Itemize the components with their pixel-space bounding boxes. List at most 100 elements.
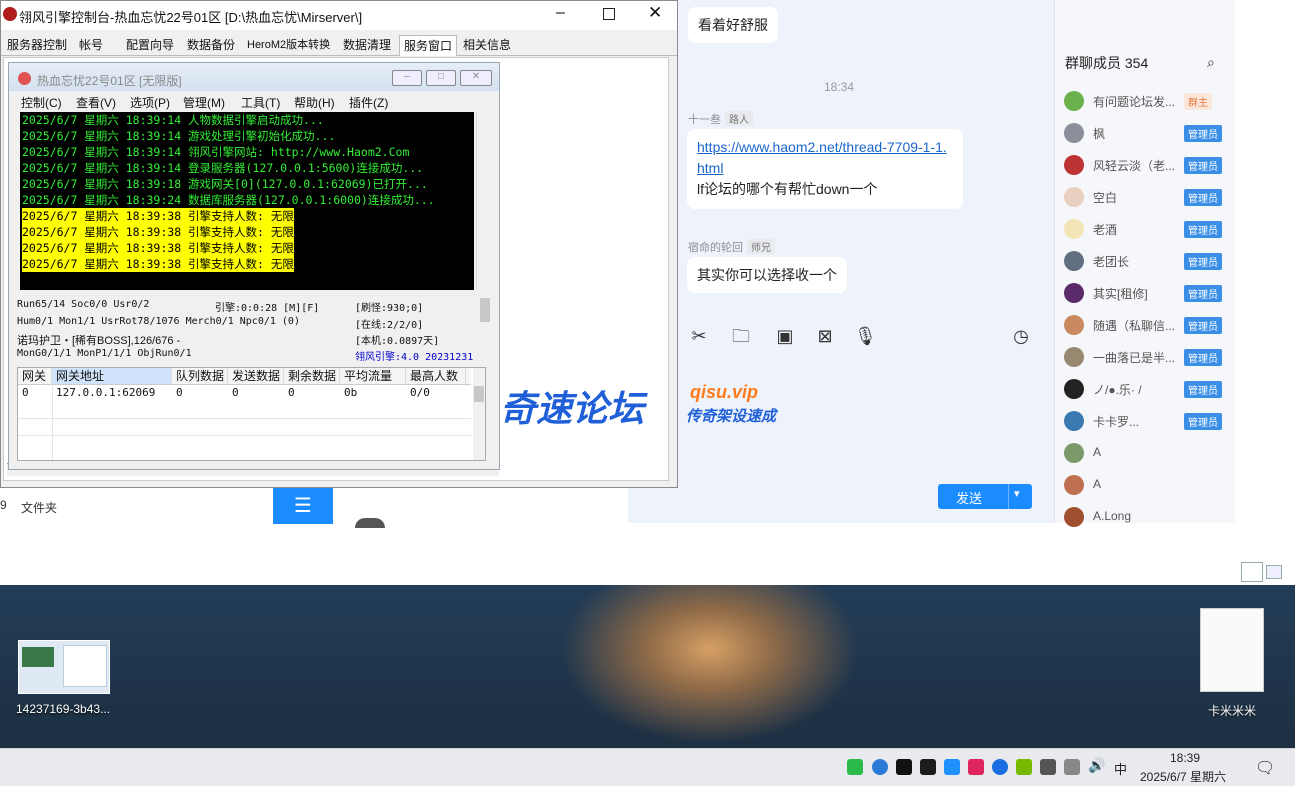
list-item[interactable]: 一曲落已是半... 管理员 bbox=[1064, 346, 1224, 368]
tab-server-control[interactable]: 服务器控制 bbox=[7, 35, 67, 55]
notification-icon[interactable]: 🗨 bbox=[1255, 758, 1275, 778]
send-button[interactable]: 发送 ▾ bbox=[938, 484, 1032, 509]
list-item[interactable]: 老团长 管理员 bbox=[1064, 250, 1224, 272]
menu-options[interactable]: 选项(P) bbox=[130, 94, 170, 111]
avatar bbox=[1064, 219, 1084, 239]
clock-time[interactable]: 18:39 bbox=[1170, 751, 1200, 765]
tiktok-icon[interactable] bbox=[896, 759, 912, 775]
nvidia-icon[interactable] bbox=[1016, 759, 1032, 775]
app-icon[interactable] bbox=[920, 759, 936, 775]
menu-plugins[interactable]: 插件(Z) bbox=[349, 94, 388, 111]
column-header[interactable]: 平均流量 bbox=[340, 368, 406, 384]
tab-account[interactable]: 帐号 bbox=[79, 35, 103, 55]
tab-config-wizard[interactable]: 配置向导 bbox=[126, 35, 174, 55]
avatar bbox=[1064, 443, 1084, 463]
avatar bbox=[1064, 155, 1084, 175]
list-item[interactable]: 其实[租修] 管理员 bbox=[1064, 282, 1224, 304]
app-icon[interactable] bbox=[968, 759, 984, 775]
app-icon bbox=[18, 72, 31, 85]
clock-icon[interactable]: ◷ bbox=[1010, 325, 1032, 347]
file-icon[interactable] bbox=[1200, 608, 1264, 692]
clock-date[interactable]: 2025/6/7 星期六 bbox=[1140, 768, 1226, 785]
list-item[interactable]: 有问题论坛发... 群主 bbox=[1064, 90, 1224, 112]
scrollbar-thumb[interactable] bbox=[480, 298, 490, 322]
tab-related-info[interactable]: 相关信息 bbox=[463, 35, 511, 55]
list-item[interactable]: 随遇（私聊信... 管理员 bbox=[1064, 314, 1224, 336]
maximize-button[interactable]: □ bbox=[426, 70, 456, 86]
minimize-button[interactable]: – bbox=[392, 70, 422, 86]
menu-control[interactable]: 控制(C) bbox=[21, 94, 62, 111]
role-badge: 管理员 bbox=[1184, 349, 1222, 366]
microphone-icon[interactable]: 🎙 bbox=[854, 325, 877, 347]
log-line: 2025/6/7 星期六 18:39:14 翎风引擎网站: http://www… bbox=[22, 145, 410, 159]
close-button[interactable]: ✕ bbox=[648, 3, 662, 23]
list-item[interactable]: 空白 管理员 bbox=[1064, 186, 1224, 208]
list-item[interactable]: 老酒 管理员 bbox=[1064, 218, 1224, 240]
role-badge: 管理员 bbox=[1184, 317, 1222, 334]
desktop-icon-label[interactable]: 14237169-3b43... bbox=[16, 702, 110, 716]
menu-help[interactable]: 帮助(H) bbox=[294, 94, 335, 111]
tab-service-window[interactable]: 服务窗口 bbox=[399, 35, 458, 56]
table-cell: 0 bbox=[232, 386, 239, 399]
minimize-button[interactable]: – bbox=[556, 4, 565, 22]
scrollbar[interactable] bbox=[476, 112, 493, 322]
thumbnail-view-icon[interactable] bbox=[1266, 565, 1282, 579]
member-name: A bbox=[1093, 445, 1102, 459]
column-header[interactable]: 最高人数 bbox=[406, 368, 466, 384]
menu-tools[interactable]: 工具(T) bbox=[241, 94, 280, 111]
details-view-icon[interactable] bbox=[1241, 562, 1263, 582]
inner-server-window: 热血忘忧22号01区 [无限版] – □ ✕ 控制(C) 查看(V) 选项(P)… bbox=[8, 62, 500, 470]
image-icon[interactable]: ▣ bbox=[774, 325, 796, 347]
tab-backup[interactable]: 数据备份 bbox=[187, 35, 235, 55]
bluetooth-icon[interactable] bbox=[992, 759, 1008, 775]
search-icon[interactable]: ⌕ bbox=[1207, 54, 1215, 71]
list-item[interactable]: A.Long bbox=[1064, 506, 1224, 528]
message-time: 18:34 bbox=[824, 80, 855, 94]
list-item[interactable]: 风轻云淡（老... 管理员 bbox=[1064, 154, 1224, 176]
desktop-icon-label[interactable]: 卡米米米 bbox=[1208, 702, 1256, 719]
column-header[interactable]: 剩余数据 bbox=[284, 368, 340, 384]
close-button[interactable]: ✕ bbox=[460, 70, 492, 86]
column-header[interactable]: 网关 bbox=[18, 368, 52, 384]
message-text: lf论坛的哪个有帮忙down一个 bbox=[697, 181, 878, 197]
column-header[interactable]: 发送数据 bbox=[228, 368, 284, 384]
role-badge: 管理员 bbox=[1184, 253, 1222, 270]
table-cell: 0 bbox=[288, 386, 295, 399]
desktop-icon-thumbnail[interactable] bbox=[18, 640, 110, 694]
list-item[interactable]: A bbox=[1064, 474, 1224, 496]
wechat-icon[interactable] bbox=[847, 759, 863, 775]
list-item[interactable]: 卡卡罗... 管理员 bbox=[1064, 410, 1224, 432]
tab-data-clean[interactable]: 数据清理 bbox=[343, 35, 391, 55]
browser-icon[interactable] bbox=[872, 759, 888, 775]
column-header[interactable]: 网关地址 bbox=[52, 368, 172, 384]
list-item[interactable]: 枫 管理员 bbox=[1064, 122, 1224, 144]
tab-herom2[interactable]: HeroM2版本转换 bbox=[247, 35, 330, 55]
list-item[interactable]: ノ/●.乐· / 管理员 bbox=[1064, 378, 1224, 400]
member-name: 有问题论坛发... bbox=[1093, 95, 1176, 109]
chevron-down-icon[interactable]: ▾ bbox=[1014, 487, 1020, 500]
avatar bbox=[1064, 187, 1084, 207]
ime-indicator[interactable]: 中 bbox=[1114, 759, 1127, 778]
folder-icon[interactable]: 🗀 bbox=[730, 325, 752, 347]
log-line: 2025/6/7 星期六 18:39:14 游戏处理引擎初始化成功... bbox=[22, 129, 336, 143]
message-link[interactable]: https://www.haom2.net/thread-7709-1-1.ht… bbox=[697, 137, 953, 179]
stat-boss: 诺玛护卫・[稀有BOSS],126/676 - bbox=[17, 335, 181, 347]
window-title: 翎风引擎控制台-热血忘忧22号01区 [D:\热血忘忧\Mirserver\] bbox=[19, 10, 363, 25]
box-icon[interactable]: ⊠ bbox=[814, 325, 836, 347]
menu-icon[interactable]: ☰ bbox=[273, 488, 333, 524]
app-icon[interactable] bbox=[1064, 759, 1080, 775]
table-cell: 0/0 bbox=[410, 386, 430, 399]
maximize-button[interactable] bbox=[603, 8, 615, 20]
table-scrollbar[interactable] bbox=[473, 368, 485, 460]
menu-view[interactable]: 查看(V) bbox=[76, 94, 116, 111]
log-line: 2025/6/7 星期六 18:39:24 数据库服务器(127.0.0.1:6… bbox=[22, 193, 435, 207]
stat-run: Run65/14 Soc0/0 Usr0/2 bbox=[17, 299, 150, 310]
menu-manage[interactable]: 管理(M) bbox=[183, 94, 225, 111]
volume-icon[interactable]: 🔊 bbox=[1088, 757, 1105, 774]
app-icon[interactable] bbox=[944, 759, 960, 775]
list-item[interactable]: A bbox=[1064, 442, 1224, 464]
column-header[interactable]: 队列数据 bbox=[172, 368, 228, 384]
network-icon[interactable] bbox=[1040, 759, 1056, 775]
scissors-icon[interactable]: ✂ bbox=[688, 325, 710, 347]
watermark: 奇速论坛 qisu.vip 传奇架设速成 bbox=[500, 378, 800, 429]
